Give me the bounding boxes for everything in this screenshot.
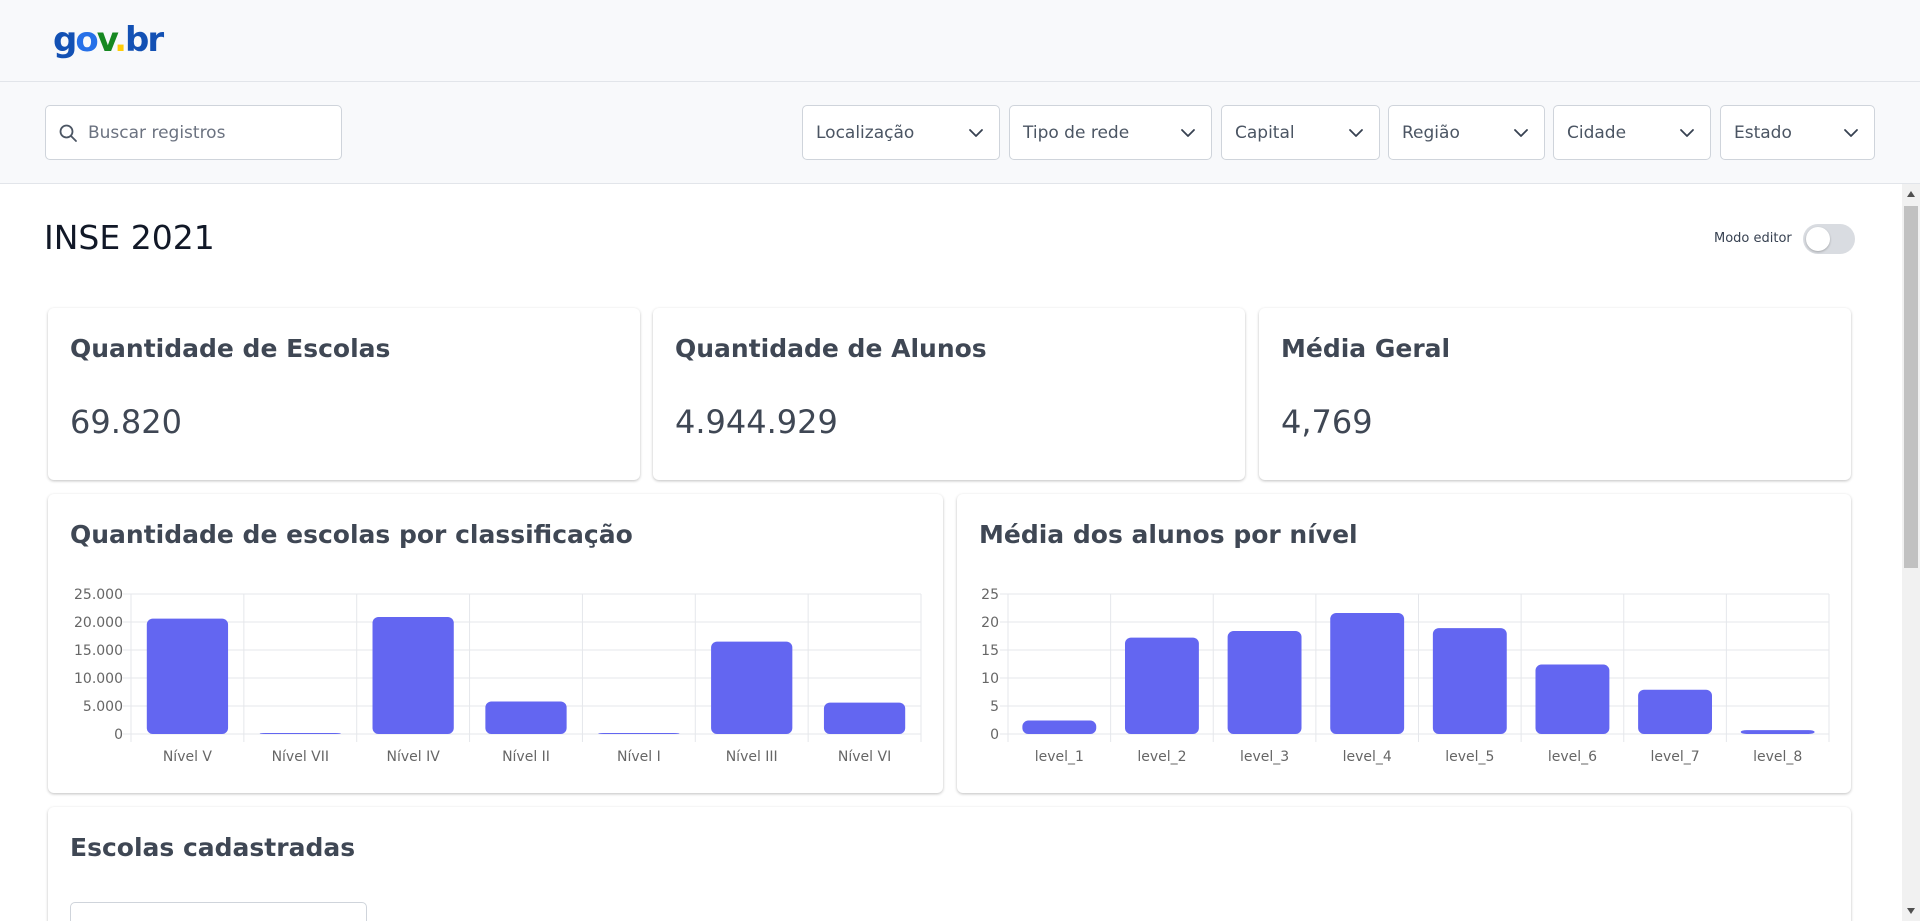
x-tick-label: level_7 (1650, 749, 1699, 765)
stat-title: Quantidade de Alunos (675, 334, 987, 363)
govbr-logo[interactable]: gov.br (53, 20, 164, 60)
y-tick-label: 15 (981, 643, 999, 659)
filter-regiao[interactable]: Região (1388, 105, 1545, 160)
filter-label: Localização (816, 122, 915, 143)
schools-search-input[interactable] (70, 902, 367, 921)
students-bar-chart: 0 5 10 15 20 25 level_1 level_2 level_3 level_4 le… (981, 587, 1830, 765)
toggle-knob (1806, 227, 1830, 251)
x-tick-label: level_6 (1548, 749, 1597, 765)
filter-localizacao[interactable]: Localização (802, 105, 1000, 160)
bar (823, 702, 906, 734)
chevron-down-icon (1844, 128, 1858, 137)
bar (1432, 628, 1507, 734)
bar (485, 701, 567, 734)
filter-label: Região (1402, 122, 1460, 143)
section-title: Escolas cadastradas (70, 833, 356, 862)
filter-label: Tipo de rede (1023, 122, 1130, 143)
x-tick-label: Nível VI (838, 749, 891, 765)
x-tick-label: Nível II (502, 749, 550, 765)
x-tick-label: level_1 (1035, 749, 1084, 765)
app-header: gov.br (0, 0, 1920, 82)
stat-card-media: Média Geral 4,769 (1259, 308, 1851, 480)
x-tick-label: level_2 (1137, 749, 1186, 765)
search-box[interactable] (45, 105, 342, 160)
filter-bar: Localização Tipo de rede Capital Região … (0, 82, 1920, 184)
editor-mode-label: Modo editor (1714, 231, 1792, 246)
scrollbar-thumb[interactable] (1904, 206, 1918, 568)
y-tick-label: 0 (114, 727, 123, 743)
stat-card-escolas: Quantidade de Escolas 69.820 (48, 308, 640, 480)
y-tick-label: 0 (990, 727, 999, 743)
schools-section: Escolas cadastradas (48, 807, 1851, 921)
bar (598, 733, 680, 734)
x-tick-label: Nível VII (272, 749, 329, 765)
chevron-down-icon (1680, 128, 1694, 137)
chevron-down-icon (1514, 128, 1528, 137)
x-tick-label: level_4 (1343, 749, 1392, 765)
bar (1535, 664, 1610, 734)
bar (259, 733, 341, 734)
chart-card-schools: Quantidade de escolas por classificação … (48, 494, 943, 793)
x-tick-label: Nível IV (386, 749, 440, 765)
stat-value: 4.944.929 (675, 403, 838, 441)
x-tick-label: level_8 (1753, 749, 1802, 765)
chevron-down-icon (969, 128, 983, 137)
scroll-up-arrow-icon[interactable] (1902, 186, 1920, 202)
y-tick-label: 20.000 (74, 615, 123, 631)
search-input[interactable] (88, 122, 328, 143)
x-tick-label: level_3 (1240, 749, 1289, 765)
filter-label: Capital (1235, 122, 1295, 143)
y-tick-label: 25 (981, 587, 999, 603)
filter-capital[interactable]: Capital (1221, 105, 1380, 160)
y-tick-label: 10 (981, 671, 999, 687)
bar (1740, 730, 1815, 734)
filter-label: Estado (1734, 122, 1792, 143)
bar (711, 641, 793, 734)
bar (146, 618, 229, 734)
y-tick-label: 5.000 (83, 699, 123, 715)
filter-cidade[interactable]: Cidade (1553, 105, 1711, 160)
bar (372, 616, 454, 734)
bar (1227, 630, 1302, 734)
bar (1638, 689, 1713, 734)
y-tick-label: 5 (990, 699, 999, 715)
stat-title: Média Geral (1281, 334, 1451, 363)
chart-card-students: Média dos alunos por nível 0 5 10 15 20 25 lev… (957, 494, 1851, 793)
filter-label: Cidade (1567, 122, 1627, 143)
x-tick-label: Nível V (163, 749, 213, 765)
y-tick-label: 20 (981, 615, 999, 631)
dashboard-content: INSE 2021 Modo editor Quantidade de Esco… (0, 184, 1902, 921)
x-tick-label: Nível III (726, 749, 778, 765)
stat-value: 4,769 (1281, 403, 1373, 441)
chevron-down-icon (1349, 128, 1363, 137)
filter-estado[interactable]: Estado (1720, 105, 1875, 160)
x-tick-label: Nível I (617, 749, 661, 765)
page-scrollbar[interactable] (1902, 184, 1920, 921)
y-tick-label: 15.000 (74, 643, 123, 659)
page-title: INSE 2021 (44, 218, 215, 257)
y-tick-label: 10.000 (74, 671, 123, 687)
stat-value: 69.820 (70, 403, 182, 441)
filter-tipo-de-rede[interactable]: Tipo de rede (1009, 105, 1212, 160)
search-icon (59, 124, 77, 142)
stat-card-alunos: Quantidade de Alunos 4.944.929 (653, 308, 1245, 480)
chevron-down-icon (1181, 128, 1195, 137)
y-tick-label: 25.000 (74, 587, 123, 603)
bar (1330, 613, 1405, 734)
stat-title: Quantidade de Escolas (70, 334, 391, 363)
x-tick-label: level_5 (1445, 749, 1494, 765)
schools-bar-chart: 0 5.000 10.000 15.000 20.000 25.000 Nível V Nív… (74, 587, 922, 765)
scroll-down-arrow-icon[interactable] (1902, 903, 1920, 919)
bar (1022, 720, 1097, 734)
bar (1124, 637, 1199, 734)
editor-mode-toggle[interactable] (1803, 224, 1855, 254)
